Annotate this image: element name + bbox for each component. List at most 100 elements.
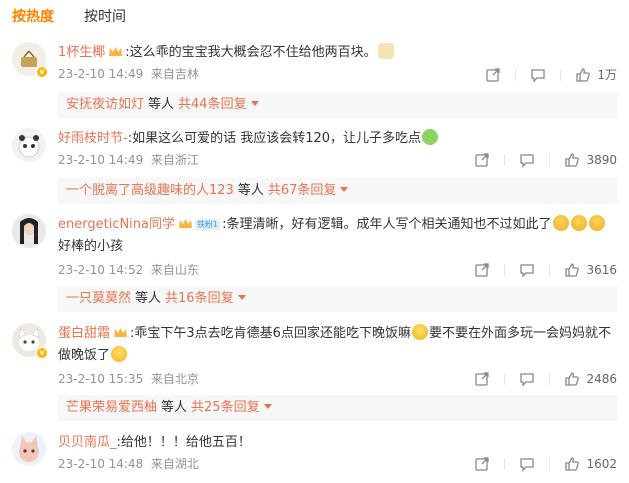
comment-location: 来自吉林 <box>150 67 199 81</box>
avatar[interactable] <box>12 432 46 466</box>
comment-actions: 3616 <box>474 262 617 278</box>
divider <box>504 264 506 276</box>
comment-body: 蛋白甜霜:乖宝下午3点去吃肯德基6点回家还能吃下晚饭嘛 要不要在外面多玩一会妈妈就… <box>58 323 618 367</box>
reply-username[interactable]: 一个脱离了高级趣味的人123 <box>66 183 234 198</box>
thumbs-up-icon <box>576 67 591 82</box>
comment-actions: 2486 <box>474 371 617 387</box>
reply-count-link[interactable]: 共67条回复 <box>268 183 337 198</box>
like-button[interactable]: 2486 <box>564 371 617 387</box>
share-icon[interactable] <box>485 67 501 83</box>
crown-badge-icon <box>109 47 123 56</box>
pleading-emoji-icon <box>111 346 128 362</box>
like-button[interactable]: 3890 <box>564 152 617 168</box>
comment-text: :条理清晰，好有逻辑。成年人写个相关通知也不过如此了 <box>222 217 552 232</box>
comment-icon[interactable] <box>519 456 535 472</box>
comment-body: energeticNina同学 铁粉1:条理清晰，好有逻辑。成年人写个相关通知也不… <box>58 214 618 258</box>
sort-tab-hot[interactable]: 按热度 <box>12 6 54 28</box>
comment-body: 好雨枝时节-:如果这么可爱的话 我应该会转120，让儿子多吃点 <box>58 128 618 150</box>
chevron-down-icon <box>250 101 259 106</box>
like-button[interactable]: 3616 <box>564 262 617 278</box>
comment-location: 来自山东 <box>150 263 199 277</box>
reply-count-link[interactable]: 共25条回复 <box>191 400 260 415</box>
reply-username[interactable]: 一只莫莫然 <box>66 291 131 306</box>
comment-username[interactable]: energeticNina同学 <box>58 217 175 232</box>
comment-meta: 23-2-10 15:35 来自北京 <box>58 370 199 388</box>
divider <box>549 264 551 276</box>
comment-body: 1杯生椰 :这么乖的宝宝我大概会忍不住给他两百块。 <box>58 42 618 64</box>
divider <box>504 373 506 385</box>
comment-text-cont: 好棒的小孩 <box>58 239 124 254</box>
share-icon[interactable] <box>474 456 490 472</box>
divider <box>560 68 562 81</box>
like-count: 3890 <box>586 153 617 167</box>
comment-actions: 1602 <box>474 456 617 472</box>
comment-username[interactable]: 好雨枝时节- <box>58 131 128 146</box>
comment-meta: 23-2-10 14:49 来自浙江 <box>58 151 199 169</box>
fan-level-badge: 铁粉1 <box>195 219 221 230</box>
comment-text: :给他！！！给他五百！ <box>116 435 251 450</box>
reply-summary[interactable]: 芒果荣易爱西柚 等人 共25条回复 <box>58 395 618 421</box>
comment-text: :这么乖的宝宝我大概会忍不住给他两百块。 <box>125 45 377 60</box>
share-icon[interactable] <box>474 262 490 278</box>
like-button[interactable]: 1602 <box>564 456 617 472</box>
reply-mid-text: 等人 <box>148 97 175 112</box>
chevron-down-icon <box>340 187 349 192</box>
comment-body: 贝贝南瓜_:给他！！！给他五百！ <box>58 432 618 454</box>
comment-icon[interactable] <box>519 262 535 278</box>
reply-summary[interactable]: 安抚夜访如灯 等人 共44条回复 <box>58 92 618 118</box>
reply-mid-text: 等人 <box>161 400 188 415</box>
like-count: 2486 <box>586 372 617 386</box>
tearful-emoji-icon <box>588 215 605 231</box>
comment-icon[interactable] <box>530 67 546 83</box>
like-count: 1万 <box>597 68 617 82</box>
divider <box>515 68 517 81</box>
tearful-emoji-icon <box>570 215 587 231</box>
avatar[interactable] <box>12 128 46 162</box>
like-button[interactable]: 1万 <box>575 66 617 83</box>
verified-badge-icon: v <box>36 347 48 359</box>
comment-location: 来自北京 <box>150 372 199 386</box>
like-count: 1602 <box>586 457 617 471</box>
comment-item: v 蛋白甜霜:乖宝下午3点去吃肯德基6点回家还能吃下晚饭嘛 要不要在外面多玩一会妈… <box>0 323 629 431</box>
thumbs-up-icon <box>565 372 580 386</box>
reply-summary[interactable]: 一个脱离了高级趣味的人123 等人 共67条回复 <box>58 178 618 204</box>
reply-count-link[interactable]: 共44条回复 <box>178 97 247 112</box>
like-count: 3616 <box>586 263 617 277</box>
reply-mid-text: 等人 <box>237 183 264 198</box>
comment-username[interactable]: 蛋白甜霜 <box>58 326 110 341</box>
reply-summary[interactable]: 一只莫莫然 等人 共16条回复 <box>58 286 618 312</box>
divider <box>549 458 551 470</box>
comment-text: :如果这么可爱的话 我应该会转120，让儿子多吃点 <box>127 131 422 146</box>
avatar[interactable] <box>12 214 46 248</box>
reply-username[interactable]: 芒果荣易爱西柚 <box>66 400 157 415</box>
comment-item: 贝贝南瓜_:给他！！！给他五百！ 23-2-10 14:48 来自湖北 1602 <box>0 432 629 480</box>
cat-emoji-icon <box>377 43 394 59</box>
divider <box>549 154 551 166</box>
divider <box>504 458 506 470</box>
share-icon[interactable] <box>474 371 490 387</box>
crown-badge-icon <box>114 328 128 337</box>
share-icon[interactable] <box>474 152 490 168</box>
sort-tab-time[interactable]: 按时间 <box>84 6 126 28</box>
comment-actions: 1万 <box>485 66 617 83</box>
comment-location: 来自浙江 <box>150 153 199 167</box>
comment-time: 23-2-10 14:49 <box>58 153 144 167</box>
thumbs-up-icon <box>565 457 580 471</box>
comment-icon[interactable] <box>519 152 535 168</box>
comment-time: 23-2-10 14:49 <box>58 67 144 81</box>
comment-username[interactable]: 1杯生椰 <box>58 45 105 60</box>
comment-icon[interactable] <box>519 371 535 387</box>
comment-actions: 3890 <box>474 152 617 168</box>
comment-meta: 23-2-10 14:52 来自山东 <box>58 261 199 279</box>
thumbs-up-icon <box>565 263 580 277</box>
chevron-down-icon <box>237 295 246 300</box>
comment-username[interactable]: 贝贝南瓜_ <box>58 435 117 450</box>
tearful-emoji-icon <box>552 215 569 231</box>
crown-badge-icon <box>179 219 193 228</box>
divider <box>549 373 551 385</box>
verified-badge-icon: v <box>36 66 48 78</box>
thumbs-up-icon <box>565 153 580 167</box>
reply-username[interactable]: 安抚夜访如灯 <box>66 97 144 112</box>
frog-emoji-icon <box>422 129 439 145</box>
reply-count-link[interactable]: 共16条回复 <box>165 291 234 306</box>
